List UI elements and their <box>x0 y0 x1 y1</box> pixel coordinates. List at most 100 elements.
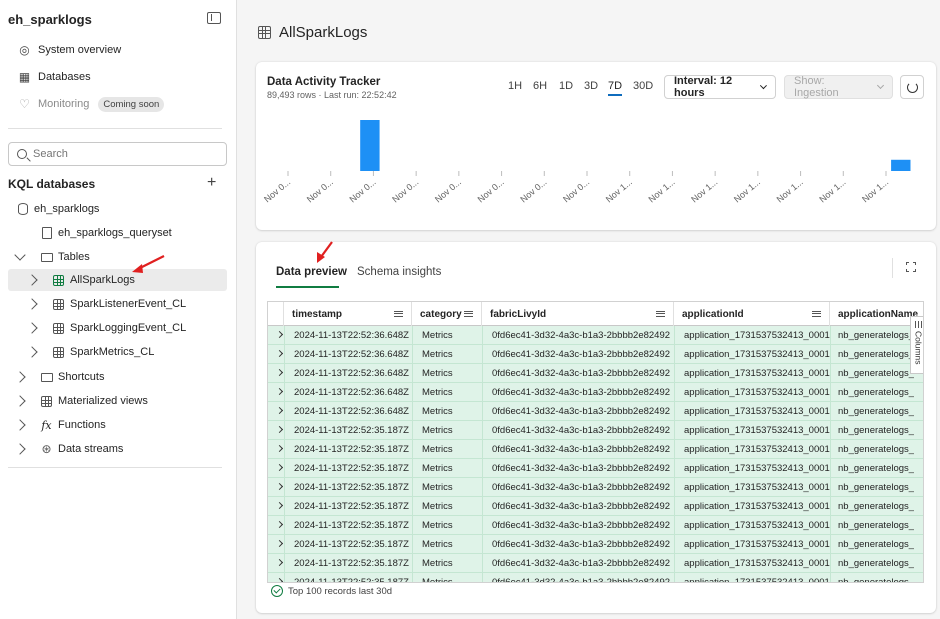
column-separator <box>412 478 413 497</box>
nav-databases[interactable]: ▦ Databases <box>18 67 91 87</box>
expand-row-icon[interactable] <box>275 463 284 472</box>
column-header-applicationid[interactable]: applicationId <box>674 302 830 326</box>
chart-bar[interactable] <box>891 159 911 171</box>
column-separator <box>412 345 413 364</box>
chevron-down-icon[interactable] <box>14 249 26 263</box>
data-preview-card: Data preview Schema insights timestamp c… <box>256 241 936 613</box>
expand-row-icon[interactable] <box>275 349 284 358</box>
column-separator <box>284 478 285 497</box>
search-box[interactable] <box>8 142 227 166</box>
page-title: AllSparkLogs <box>258 24 367 41</box>
expand-row-icon[interactable] <box>275 577 284 582</box>
table-cell: application_1731537532413_0001 <box>684 501 830 512</box>
chevron-right-icon[interactable] <box>14 419 26 431</box>
add-database-icon[interactable]: + <box>207 175 216 191</box>
table-row[interactable]: 2024-11-13T22:52:36.648Z Metrics 0fd6ec41-… <box>268 364 923 383</box>
column-menu-icon[interactable] <box>656 311 665 317</box>
table-cell: application_1731537532413_0001 <box>684 520 830 531</box>
table-icon <box>52 322 65 335</box>
column-separator <box>284 535 285 554</box>
column-header-category[interactable]: category <box>412 302 482 326</box>
annotation-arrow-icon <box>132 255 165 273</box>
table-row[interactable]: 2024-11-13T22:52:35.187Z Metrics 0fd6ec41-… <box>268 535 923 554</box>
chevron-right-icon[interactable] <box>14 395 26 407</box>
expand-row-icon[interactable] <box>275 444 284 453</box>
tree-functions[interactable]: fx Functions <box>8 414 227 436</box>
eventhouse-title: eh_sparklogs <box>8 12 92 27</box>
chevron-right-icon[interactable] <box>14 371 26 383</box>
table-row[interactable]: 2024-11-13T22:52:36.648Z Metrics 0fd6ec41-… <box>268 402 923 421</box>
tree-database[interactable]: eh_sparklogs <box>8 198 227 220</box>
table-row[interactable]: 2024-11-13T22:52:35.187Z Metrics 0fd6ec41-… <box>268 421 923 440</box>
chevron-right-icon[interactable] <box>26 274 38 286</box>
table-row[interactable]: 2024-11-13T22:52:35.187Z Metrics 0fd6ec41-… <box>268 573 923 583</box>
column-separator <box>284 421 285 440</box>
column-separator <box>830 554 831 573</box>
table-row[interactable]: 2024-11-13T22:52:35.187Z Metrics 0fd6ec41-… <box>268 478 923 497</box>
table-row[interactable]: 2024-11-13T22:52:36.648Z Metrics 0fd6ec41-… <box>268 383 923 402</box>
column-menu-icon[interactable] <box>812 311 821 317</box>
tree-tables[interactable]: Tables <box>8 246 227 268</box>
annotation-arrow-icon <box>317 241 333 263</box>
expand-row-icon[interactable] <box>275 501 284 510</box>
table-cell: 2024-11-13T22:52:35.187Z <box>294 520 409 531</box>
expand-row-icon[interactable] <box>275 558 284 567</box>
table-row[interactable]: 2024-11-13T22:52:35.187Z Metrics 0fd6ec41-… <box>268 440 923 459</box>
tree-table-sparkloggingevent[interactable]: SparkLoggingEvent_CL <box>8 317 227 339</box>
column-menu-icon[interactable] <box>394 311 403 317</box>
tree-materialized-views[interactable]: Materialized views <box>8 390 227 412</box>
table-cell: 2024-11-13T22:52:35.187Z <box>294 577 409 583</box>
expand-row-icon[interactable] <box>275 368 284 377</box>
column-separator <box>674 554 675 573</box>
fullscreen-icon[interactable] <box>905 261 917 273</box>
tree-table-sparklistenerevent[interactable]: SparkListenerEvent_CL <box>8 293 227 315</box>
tab-schema-insights[interactable]: Schema insights <box>357 266 441 278</box>
expand-row-icon[interactable] <box>275 520 284 529</box>
tree-shortcuts[interactable]: Shortcuts <box>8 366 227 388</box>
table-cell: application_1731537532413_0001 <box>684 482 830 493</box>
columns-label: Columns <box>913 331 924 365</box>
expand-row-icon[interactable] <box>275 330 284 339</box>
tree-data-streams[interactable]: ⊛ Data streams <box>8 438 227 460</box>
search-input[interactable] <box>33 148 203 160</box>
expand-row-icon[interactable] <box>275 387 284 396</box>
column-separator <box>674 364 675 383</box>
column-separator <box>412 554 413 573</box>
collapse-sidebar-icon[interactable] <box>207 12 221 24</box>
tab-data-preview[interactable]: Data preview <box>276 266 347 278</box>
table-row[interactable]: 2024-11-13T22:52:35.187Z Metrics 0fd6ec41-… <box>268 497 923 516</box>
column-header-timestamp[interactable]: timestamp <box>284 302 412 326</box>
chart-bar[interactable] <box>360 120 380 171</box>
expand-row-icon[interactable] <box>275 406 284 415</box>
data-streams-icon: ⊛ <box>41 442 52 456</box>
table-row[interactable]: 2024-11-13T22:52:36.648Z Metrics 0fd6ec41-… <box>268 326 923 345</box>
column-separator <box>674 402 675 421</box>
column-separator <box>830 516 831 535</box>
expand-row-icon[interactable] <box>275 425 284 434</box>
chevron-right-icon[interactable] <box>14 443 26 455</box>
tree-table-sparkmetrics[interactable]: SparkMetrics_CL <box>8 341 227 363</box>
tree-queryset[interactable]: eh_sparklogs_queryset <box>8 222 227 244</box>
column-menu-icon[interactable] <box>464 311 473 317</box>
chevron-right-icon[interactable] <box>26 346 38 358</box>
column-separator <box>482 326 483 345</box>
column-separator <box>284 345 285 364</box>
table-row[interactable]: 2024-11-13T22:52:35.187Z Metrics 0fd6ec41-… <box>268 554 923 573</box>
expand-row-icon[interactable] <box>275 539 284 548</box>
columns-panel-toggle[interactable]: Columns <box>910 316 924 374</box>
column-separator <box>482 383 483 402</box>
tree-label: Materialized views <box>58 395 148 407</box>
table-row[interactable]: 2024-11-13T22:52:36.648Z Metrics 0fd6ec41-… <box>268 345 923 364</box>
table-row[interactable]: 2024-11-13T22:52:35.187Z Metrics 0fd6ec41-… <box>268 516 923 535</box>
tree-table-allsparklogs[interactable]: AllSparkLogs <box>8 269 227 291</box>
chevron-right-icon[interactable] <box>26 322 38 334</box>
table-cell: 2024-11-13T22:52:36.648Z <box>294 349 409 360</box>
page-title-text: AllSparkLogs <box>279 24 368 41</box>
column-separator <box>284 326 285 345</box>
table-row[interactable]: 2024-11-13T22:52:35.187Z Metrics 0fd6ec41-… <box>268 459 923 478</box>
chevron-right-icon[interactable] <box>26 298 38 310</box>
expand-row-icon[interactable] <box>275 482 284 491</box>
nav-system-overview[interactable]: ◎ System overview <box>18 40 121 60</box>
column-header-fabriclivyid[interactable]: fabricLivyId <box>482 302 674 326</box>
status-text: Top 100 records last 30d <box>288 585 393 597</box>
